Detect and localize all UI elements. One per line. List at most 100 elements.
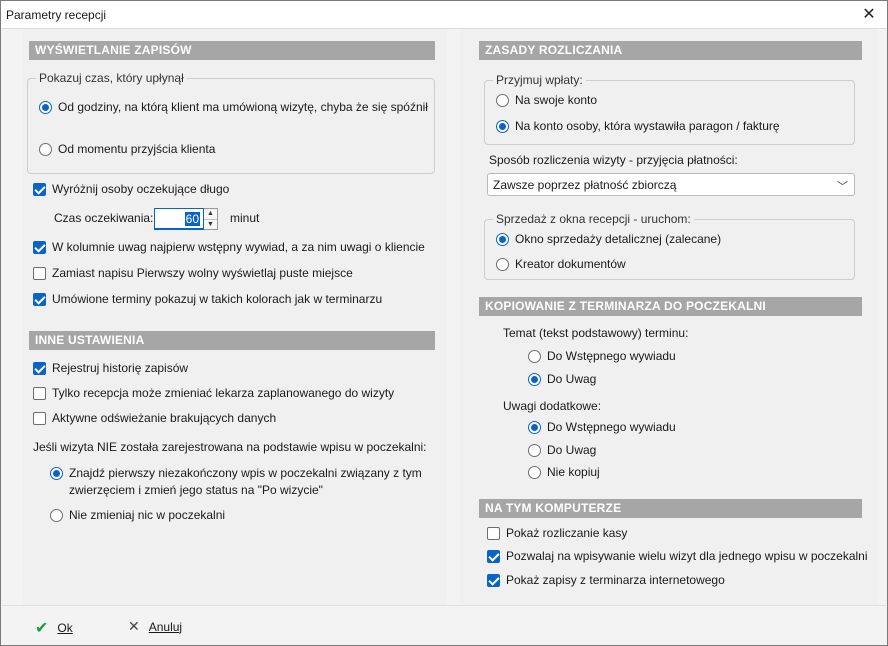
radio-own-account-label: Na swoje konto bbox=[515, 93, 598, 107]
dialog-window: Parametry recepcji ✕ WYŚWIETLANIE ZAPISÓ… bbox=[0, 0, 888, 646]
close-icon: ✕ bbox=[128, 618, 140, 634]
checkbox-show-cash[interactable]: Pokaż rozliczanie kasy bbox=[487, 526, 627, 540]
wait-time-label-text: Czas oczekiwania: bbox=[54, 211, 154, 225]
wait-time-spinbox[interactable]: 60 ▲ ▼ bbox=[154, 208, 218, 230]
checkbox-empty-slot[interactable]: Zamiast napisu Pierwszy wolny wyświetlaj… bbox=[33, 266, 353, 280]
checkbox-checked-icon[interactable] bbox=[487, 549, 500, 563]
radio-find-entry-line2: zwierzęciem i zmień jego status na "Po w… bbox=[69, 483, 323, 497]
accept-payments-group: Przyjmuj wpłaty: bbox=[484, 73, 855, 145]
radio-unchecked-icon[interactable] bbox=[496, 93, 509, 107]
checkbox-highlight-waiting[interactable]: Wyróżnij osoby oczekujące długo bbox=[33, 182, 229, 196]
section-header-copy: KOPIOWANIE Z TERMINARZA DO POCZEKALNI bbox=[479, 297, 862, 316]
extra-notes-label: Uwagi dodatkowe: bbox=[503, 399, 601, 413]
radio-issuer-account[interactable]: Na konto osoby, która wystawiła paragon … bbox=[496, 119, 780, 133]
radio-topic-notes-label: Do Uwag bbox=[547, 372, 597, 386]
radio-from-arrival-label: Od momentu przyjścia klienta bbox=[58, 142, 216, 156]
checkbox-unchecked-icon[interactable] bbox=[33, 266, 46, 280]
checkbox-multi-visits[interactable]: Pozwalaj na wpisywanie wielu wizyt dla j… bbox=[487, 549, 868, 563]
topic-label-text: Temat (tekst podstawowy) terminu: bbox=[503, 326, 689, 340]
checkbox-reception-only-label: Tylko recepcja może zmieniać lekarza zap… bbox=[52, 386, 395, 400]
checkbox-empty-slot-label: Zamiast napisu Pierwszy wolny wyświetlaj… bbox=[52, 266, 353, 280]
elapsed-time-group: Pokazuj czas, który upłynął bbox=[27, 71, 435, 174]
cancel-button-label: Anuluj bbox=[148, 619, 183, 634]
checkbox-unchecked-icon[interactable] bbox=[487, 526, 500, 540]
radio-topic-interview-label: Do Wstępnego wywiadu bbox=[547, 349, 676, 363]
radio-from-arrival[interactable]: Od momentu przyjścia klienta bbox=[39, 142, 215, 156]
ok-button-label: Ok bbox=[57, 621, 73, 635]
checkbox-checked-icon[interactable] bbox=[33, 361, 46, 375]
billing-method-select-value: Zawsze poprzez płatność zbiorczą bbox=[493, 177, 677, 192]
checkbox-reception-only[interactable]: Tylko recepcja może zmieniać lekarza zap… bbox=[33, 386, 394, 400]
radio-unchecked-icon[interactable] bbox=[528, 465, 541, 479]
radio-doc-wizard[interactable]: Kreator dokumentów bbox=[496, 257, 626, 271]
checkbox-notes-column[interactable]: W kolumnie uwag najpierw wstępny wywiad,… bbox=[33, 240, 425, 254]
checkbox-unchecked-icon[interactable] bbox=[33, 411, 46, 425]
accept-payments-group-label: Przyjmuj wpłaty: bbox=[493, 73, 586, 87]
radio-unchecked-icon[interactable] bbox=[496, 257, 509, 271]
radio-extra-notes[interactable]: Do Uwag bbox=[528, 443, 596, 457]
checkbox-checked-icon[interactable] bbox=[33, 240, 46, 254]
checkbox-checked-icon[interactable] bbox=[487, 573, 500, 587]
checkbox-show-cash-label: Pokaż rozliczanie kasy bbox=[506, 526, 628, 540]
billing-method-label: Sposób rozliczenia wizyty - przyjęcia pł… bbox=[489, 153, 738, 167]
wait-time-spin-buttons[interactable]: ▲ ▼ bbox=[204, 208, 218, 230]
right-panel: ZASADY ROZLICZANIA Przyjmuj wpłaty: Na s… bbox=[460, 29, 878, 605]
checkbox-colors[interactable]: Umówione terminy pokazuj w takich kolora… bbox=[33, 292, 382, 306]
checkbox-history[interactable]: Rejestruj historię zapisów bbox=[33, 361, 188, 375]
spin-up-icon[interactable]: ▲ bbox=[204, 209, 217, 219]
checkbox-active-refresh[interactable]: Aktywne odświeżanie brakujących danych bbox=[33, 411, 276, 425]
chevron-down-icon[interactable]: ﹀ bbox=[837, 178, 848, 194]
checkbox-colors-label: Umówione terminy pokazuj w takich kolora… bbox=[52, 292, 383, 306]
checkbox-highlight-waiting-label: Wyróżnij osoby oczekujące długo bbox=[52, 182, 230, 196]
radio-no-change[interactable]: Nie zmieniaj nic w poczekalni bbox=[50, 508, 225, 522]
wait-time-unit-text: minut bbox=[230, 211, 260, 225]
radio-extra-none-label: Nie kopiuj bbox=[547, 465, 600, 479]
extra-notes-label-text: Uwagi dodatkowe: bbox=[503, 399, 602, 413]
radio-checked-icon[interactable] bbox=[50, 466, 63, 480]
close-icon[interactable]: ✕ bbox=[859, 5, 879, 25]
radio-unchecked-icon[interactable] bbox=[39, 142, 52, 156]
radio-topic-interview[interactable]: Do Wstępnego wywiadu bbox=[528, 349, 676, 363]
radio-no-change-label: Nie zmieniaj nic w poczekalni bbox=[69, 508, 226, 522]
radio-extra-none[interactable]: Nie kopiuj bbox=[528, 465, 600, 479]
checkbox-unchecked-icon[interactable] bbox=[33, 386, 46, 400]
radio-unchecked-icon[interactable] bbox=[528, 443, 541, 457]
radio-checked-icon[interactable] bbox=[528, 372, 541, 386]
wait-time-input[interactable]: 60 bbox=[154, 208, 204, 230]
checkbox-notes-column-label: W kolumnie uwag najpierw wstępny wywiad,… bbox=[52, 240, 425, 254]
title-bar: Parametry recepcji ✕ bbox=[1, 1, 887, 29]
checkbox-online-entries[interactable]: Pokaż zapisy z terminarza internetowego bbox=[487, 573, 725, 587]
radio-retail-window[interactable]: Okno sprzedaży detalicznej (zalecane) bbox=[496, 232, 721, 246]
radio-checked-icon[interactable] bbox=[528, 420, 541, 434]
wait-time-unit: minut bbox=[230, 211, 259, 225]
radio-from-appointment[interactable]: Od godziny, na którą klient ma umówioną … bbox=[39, 100, 428, 114]
spin-down-icon[interactable]: ▼ bbox=[204, 219, 217, 230]
radio-retail-window-label: Okno sprzedaży detalicznej (zalecane) bbox=[515, 232, 722, 246]
checkbox-active-refresh-label: Aktywne odświeżanie brakujących danych bbox=[52, 411, 277, 425]
dialog-footer: ✔ Ok ✕ Anuluj bbox=[2, 605, 886, 645]
wait-time-label: Czas oczekiwania: bbox=[54, 211, 153, 225]
check-icon: ✔ bbox=[35, 620, 49, 637]
cancel-button[interactable]: ✕ Anuluj bbox=[128, 618, 182, 635]
radio-unchecked-icon[interactable] bbox=[528, 349, 541, 363]
checkbox-checked-icon[interactable] bbox=[33, 292, 46, 306]
topic-label: Temat (tekst podstawowy) terminu: bbox=[503, 326, 688, 340]
radio-extra-interview[interactable]: Do Wstępnego wywiadu bbox=[528, 420, 676, 434]
radio-unchecked-icon[interactable] bbox=[50, 508, 63, 522]
section-header-display: WYŚWIETLANIE ZAPISÓW bbox=[29, 41, 435, 60]
radio-topic-notes[interactable]: Do Uwag bbox=[528, 372, 596, 386]
wait-time-value: 60 bbox=[184, 212, 200, 226]
checkbox-checked-icon[interactable] bbox=[33, 182, 46, 196]
radio-find-entry[interactable]: Znajdź pierwszy niezakończony wpis w poc… bbox=[50, 466, 422, 480]
radio-checked-icon[interactable] bbox=[496, 232, 509, 246]
checkbox-history-label: Rejestruj historię zapisów bbox=[52, 361, 189, 375]
ok-button[interactable]: ✔ Ok bbox=[35, 618, 73, 638]
radio-find-entry-label: Znajdź pierwszy niezakończony wpis w poc… bbox=[69, 466, 422, 480]
radio-own-account[interactable]: Na swoje konto bbox=[496, 93, 597, 107]
billing-method-select[interactable]: Zawsze poprzez płatność zbiorczą ﹀ bbox=[487, 173, 855, 196]
radio-checked-icon[interactable] bbox=[496, 119, 509, 133]
section-header-other: INNE USTAWIENIA bbox=[29, 331, 435, 350]
waiting-room-question: Jeśli wizyta NIE została zarejestrowana … bbox=[33, 440, 427, 454]
radio-checked-icon[interactable] bbox=[39, 100, 52, 114]
sale-launch-group-label: Sprzedaż z okna recepcji - uruchom: bbox=[493, 212, 694, 226]
